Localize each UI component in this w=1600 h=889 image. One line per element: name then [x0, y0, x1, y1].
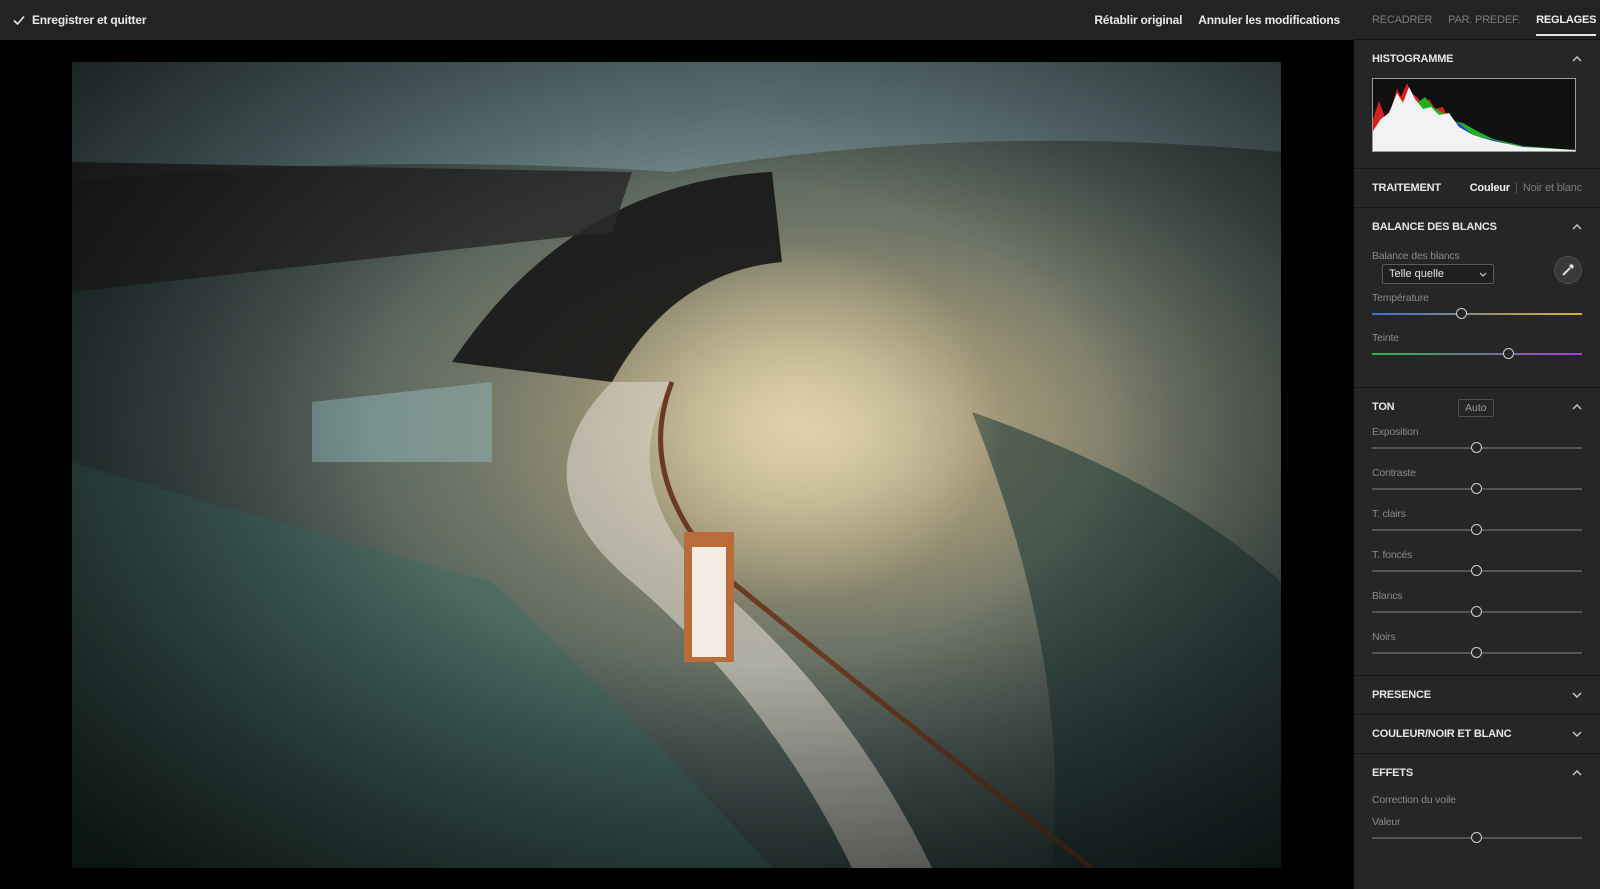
- treatment-separator: [1515, 182, 1517, 194]
- whites-label: Blancs: [1372, 590, 1403, 602]
- treatment-bw-option[interactable]: Noir et blanc: [1523, 182, 1582, 194]
- adjustments-panel: RECADRER PAR. PREDEF. REGLAGES HISTOGRAM…: [1354, 0, 1600, 889]
- tone-auto-button[interactable]: Auto: [1458, 399, 1494, 417]
- highlights-label: T. clairs: [1372, 508, 1406, 520]
- highlights-slider[interactable]: [1372, 520, 1582, 540]
- checkmark-icon: [13, 15, 25, 26]
- color-bw-section: COULEUR/NOIR ET BLANC: [1354, 715, 1600, 754]
- tint-track: [1372, 353, 1582, 355]
- contrast-slider[interactable]: [1372, 479, 1582, 499]
- color-bw-title: COULEUR/NOIR ET BLANC: [1372, 728, 1512, 740]
- shadows-thumb[interactable]: [1471, 565, 1482, 576]
- histogram-title: HISTOGRAMME: [1372, 53, 1454, 65]
- treatment-row: TRAITEMENT Couleur Noir et blanc: [1354, 169, 1600, 207]
- chevron-up-icon: [1572, 56, 1582, 62]
- tint-slider[interactable]: [1372, 344, 1582, 364]
- photo-preview[interactable]: [72, 62, 1281, 868]
- white-balance-header[interactable]: BALANCE DES BLANCS: [1354, 208, 1600, 246]
- histogram-section: HISTOGRAMME: [1354, 40, 1600, 169]
- dehaze-slider[interactable]: [1372, 828, 1582, 848]
- effects-header[interactable]: EFFETS: [1354, 754, 1600, 792]
- save-and-quit-button[interactable]: Enregistrer et quitter: [12, 0, 146, 40]
- tint-thumb[interactable]: [1502, 348, 1514, 359]
- dehaze-label: Correction du voile: [1372, 794, 1456, 806]
- histogram-image: [1373, 83, 1575, 151]
- treatment-color-option[interactable]: Couleur: [1470, 182, 1510, 194]
- eyedropper-icon: [1562, 264, 1574, 276]
- chevron-up-icon: [1572, 770, 1582, 776]
- temperature-track: [1372, 313, 1582, 315]
- tone-section: TON Auto Exposition Contraste T. clairs …: [1354, 388, 1600, 676]
- chevron-up-icon: [1572, 224, 1582, 230]
- highlights-thumb[interactable]: [1471, 524, 1482, 535]
- white-balance-section: BALANCE DES BLANCS Balance des blancs Te…: [1354, 208, 1600, 388]
- exposure-slider[interactable]: [1372, 438, 1582, 458]
- blacks-label: Noirs: [1372, 631, 1396, 643]
- histogram-header[interactable]: HISTOGRAMME: [1354, 40, 1600, 78]
- treatment-title: TRAITEMENT: [1372, 182, 1441, 194]
- presence-header[interactable]: PRESENCE: [1354, 676, 1600, 714]
- presence-section: PRESENCE: [1354, 676, 1600, 715]
- wb-preset-value: Telle quelle: [1389, 268, 1445, 280]
- histogram-graph: [1372, 78, 1576, 152]
- effects-section: EFFETS Correction du voile Valeur: [1354, 754, 1600, 864]
- wb-preset-select[interactable]: Telle quelle: [1382, 264, 1494, 284]
- tint-label: Teinte: [1372, 332, 1399, 344]
- blacks-thumb[interactable]: [1471, 647, 1482, 658]
- tab-crop[interactable]: RECADRER: [1372, 0, 1432, 40]
- tab-presets[interactable]: PAR. PREDEF.: [1448, 0, 1520, 40]
- save-and-quit-label: Enregistrer et quitter: [32, 13, 147, 27]
- photo-image: [72, 62, 1281, 868]
- white-balance-title: BALANCE DES BLANCS: [1372, 221, 1497, 233]
- top-actions: Rétablir original Annuler les modificati…: [1094, 0, 1340, 40]
- shadows-label: T. foncés: [1372, 549, 1413, 561]
- exposure-thumb[interactable]: [1471, 442, 1482, 453]
- effects-title: EFFETS: [1372, 767, 1413, 779]
- white-balance-eyedropper[interactable]: [1554, 256, 1582, 284]
- color-bw-header[interactable]: COULEUR/NOIR ET BLANC: [1354, 715, 1600, 753]
- temperature-label: Température: [1372, 292, 1429, 304]
- temperature-thumb[interactable]: [1456, 308, 1468, 319]
- chevron-down-icon: [1572, 731, 1582, 737]
- top-bar: Enregistrer et quitter Rétablir original…: [0, 0, 1354, 40]
- treatment-section: TRAITEMENT Couleur Noir et blanc: [1354, 169, 1600, 208]
- contrast-label: Contraste: [1372, 467, 1416, 479]
- chevron-down-icon: [1479, 272, 1487, 277]
- chevron-down-icon: [1572, 692, 1582, 698]
- blacks-slider[interactable]: [1372, 643, 1582, 663]
- chevron-up-icon: [1572, 404, 1582, 410]
- photo-canvas-area: [0, 40, 1354, 889]
- dehaze-thumb[interactable]: [1471, 832, 1482, 843]
- tone-title: TON: [1372, 401, 1395, 413]
- shadows-slider[interactable]: [1372, 561, 1582, 581]
- dehaze-value-label: Valeur: [1372, 816, 1401, 828]
- contrast-thumb[interactable]: [1471, 483, 1482, 494]
- whites-slider[interactable]: [1372, 602, 1582, 622]
- tab-adjustments[interactable]: REGLAGES: [1536, 0, 1596, 40]
- panel-tabs: RECADRER PAR. PREDEF. REGLAGES: [1354, 0, 1600, 40]
- exposure-label: Exposition: [1372, 426, 1419, 438]
- temperature-slider[interactable]: [1372, 304, 1582, 324]
- undo-changes-button[interactable]: Annuler les modifications: [1198, 13, 1340, 27]
- whites-thumb[interactable]: [1471, 606, 1482, 617]
- presence-title: PRESENCE: [1372, 689, 1431, 701]
- reset-original-button[interactable]: Rétablir original: [1094, 13, 1182, 27]
